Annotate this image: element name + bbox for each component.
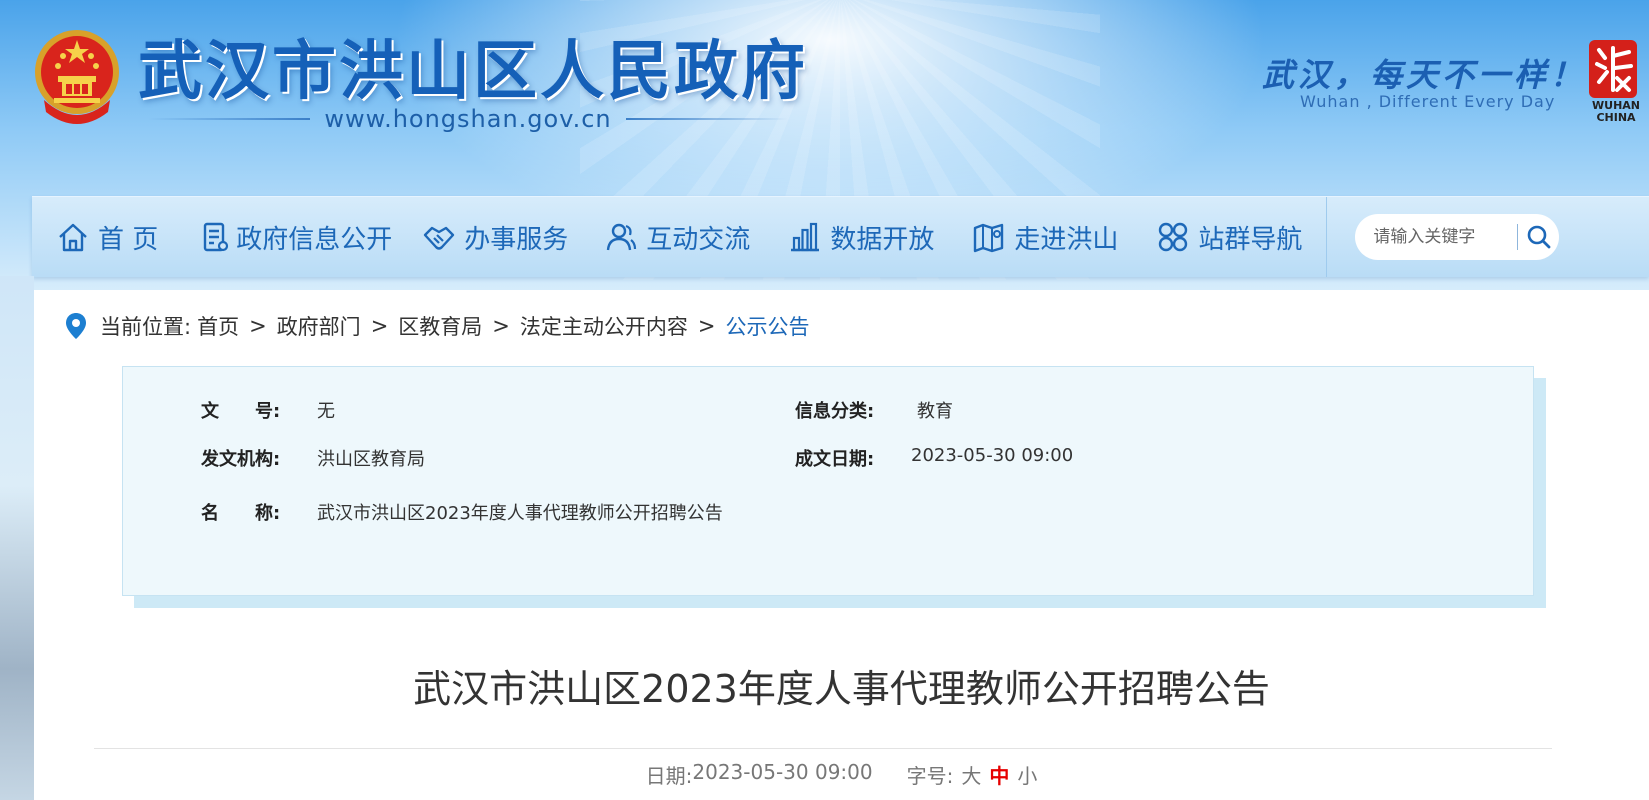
map-icon	[974, 223, 1004, 253]
breadcrumb-separator: >	[249, 314, 267, 338]
breadcrumb-prefix: 当前位置:	[100, 315, 192, 339]
main-content: 当前位置: 首页 > 政府部门 > 区教育局 > 法定主动公开内容 > 公示公告…	[34, 290, 1649, 800]
nav-label-home: 首 页	[98, 224, 159, 255]
slogan-english: Wuhan , Different Every Day	[1300, 92, 1556, 111]
doc-number-value: 无	[317, 401, 335, 422]
font-size-medium-button[interactable]: 中	[989, 760, 1009, 789]
location-pin-icon	[66, 313, 86, 339]
nav-label-gov-info: 政府信息公开	[236, 224, 393, 255]
title-divider	[94, 748, 1552, 749]
search-icon	[1528, 225, 1551, 249]
breadcrumb-item-home[interactable]: 首页	[197, 311, 239, 341]
document-info-box: 文 号: 无 信息分类: 教育 发文机构: 洪山区教育局 成文日期: 2023-…	[122, 366, 1534, 596]
meta-spacer	[873, 760, 907, 789]
main-nav: 首 页 政府信息公开 办事服务 互动交流 数据开放 走进洪山 站群导航 请输入关…	[32, 196, 1649, 277]
site-url-row: www.hongshan.gov.cn	[148, 104, 788, 134]
font-size-small-button[interactable]: 小	[1017, 760, 1037, 789]
wuhan-logo-text: WUHAN CHINA	[1592, 99, 1640, 124]
nav-item-interaction[interactable]: 互动交流	[604, 197, 750, 277]
doc-number-label: 文 号:	[201, 401, 281, 422]
nav-item-open-data[interactable]: 数据开放	[788, 197, 934, 277]
left-decoration	[0, 276, 34, 800]
nav-item-services[interactable]: 办事服务	[422, 197, 568, 277]
breadcrumb-item-departments[interactable]: 政府部门	[277, 311, 361, 341]
written-date-value: 2023-05-30 09:00	[911, 445, 1074, 466]
site-url: www.hongshan.gov.cn	[324, 105, 612, 133]
breadcrumb-item-education-bureau[interactable]: 区教育局	[398, 311, 482, 341]
nav-label-site-navigation: 站群导航	[1198, 224, 1303, 255]
article-date-value: 2023-05-30 09:00	[692, 760, 873, 784]
category-value: 教育	[917, 401, 953, 422]
doc-name-label: 名 称:	[201, 503, 281, 524]
nav-label-interaction: 互动交流	[646, 224, 751, 255]
search-button[interactable]	[1522, 220, 1556, 254]
search-input[interactable]	[1371, 226, 1516, 248]
breadcrumb-item-disclosure[interactable]: 法定主动公开内容	[520, 311, 688, 341]
site-title: 武汉市洪山区人民政府	[138, 34, 808, 109]
doc-name-value: 武汉市洪山区2023年度人事代理教师公开招聘公告	[317, 503, 723, 524]
document-icon	[204, 222, 229, 252]
nav-label-about-hongshan: 走进洪山	[1014, 224, 1119, 255]
article-title: 武汉市洪山区2023年度人事代理教师公开招聘公告	[413, 667, 1270, 711]
breadcrumb-separator: >	[370, 314, 389, 338]
font-size-large-button[interactable]: 大	[961, 760, 981, 789]
search-separator	[1517, 224, 1519, 250]
nav-item-home[interactable]: 首 页	[56, 197, 158, 277]
category-label: 信息分类:	[795, 401, 875, 422]
nav-item-gov-info[interactable]: 政府信息公开	[198, 197, 392, 277]
issuer-value: 洪山区教育局	[317, 449, 425, 470]
article-meta: 日期: 2023-05-30 09:00 字号: 大 中 小	[34, 760, 1649, 789]
grid-icon	[1159, 222, 1188, 252]
nav-divider	[1326, 197, 1328, 277]
breadcrumb: 当前位置: 首页 > 政府部门 > 区教育局 > 法定主动公开内容 > 公示公告	[64, 308, 810, 344]
nav-label-open-data: 数据开放	[830, 224, 935, 255]
handshake-icon	[424, 226, 455, 250]
nav-item-site-navigation[interactable]: 站群导航	[1156, 197, 1302, 277]
breadcrumb-separator: >	[697, 314, 716, 338]
bar-chart-icon	[791, 222, 820, 252]
written-date-label: 成文日期:	[795, 449, 875, 470]
url-line-left	[148, 118, 311, 120]
breadcrumb-separator: >	[492, 314, 510, 338]
national-emblem-icon	[35, 30, 119, 124]
nav-item-about-hongshan[interactable]: 走进洪山	[972, 197, 1118, 277]
home-icon	[59, 223, 87, 252]
issuer-label: 发文机构:	[201, 449, 281, 470]
nav-label-services: 办事服务	[464, 224, 569, 255]
font-size-label: 字号:	[906, 764, 954, 788]
search-box	[1355, 214, 1560, 260]
url-line-right	[625, 118, 788, 120]
article-date-label: 日期:	[645, 764, 693, 788]
people-icon	[607, 223, 637, 251]
breadcrumb-item-notices[interactable]: 公示公告	[726, 311, 810, 341]
slogan: 武汉，每天不一样！	[1262, 56, 1587, 94]
